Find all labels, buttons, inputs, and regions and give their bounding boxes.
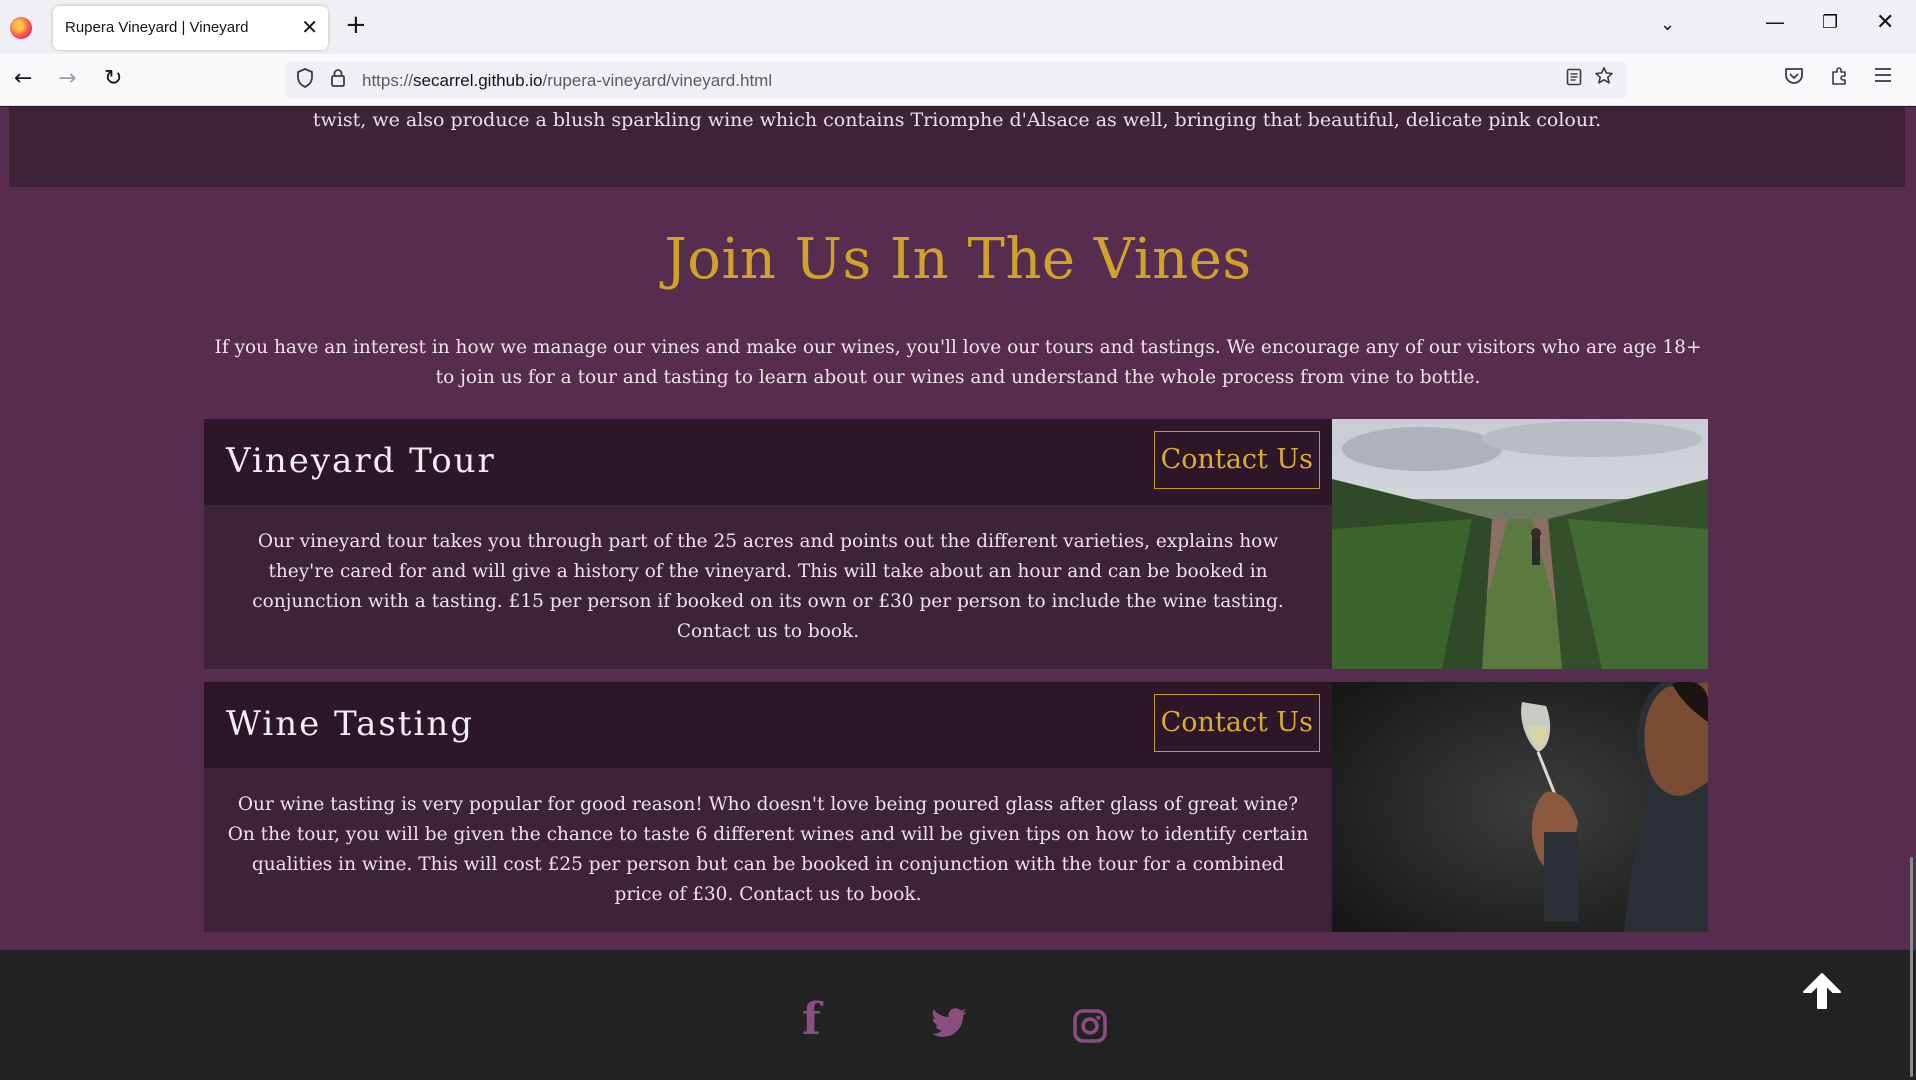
url-text[interactable]: https://secarrel.github.io/rupera-vineya… [362, 71, 772, 91]
browser-tab[interactable]: Rupera Vineyard | Vineyard ✕ [53, 6, 328, 50]
restore-window-icon[interactable]: ❐ [1822, 12, 1838, 33]
wine-description-band: twist, we also produce a blush sparkling… [9, 107, 1905, 187]
bookmark-star-icon[interactable] [1594, 66, 1614, 91]
card-text: Our vineyard tour takes you through part… [252, 531, 1284, 642]
url-host: secarrel.github.io [413, 71, 543, 90]
intro-text: If you have an interest in how we manage… [214, 337, 1702, 388]
close-window-icon[interactable]: ✕ [1876, 10, 1894, 35]
card-body: Vineyard Tour Contact Us Our vineyard to… [204, 419, 1332, 669]
contact-us-button[interactable]: Contact Us [1153, 431, 1320, 489]
wine-description-text: twist, we also produce a blush sparkling… [312, 109, 1602, 131]
arrow-up-icon[interactable] [1802, 972, 1842, 1014]
facebook-icon[interactable]: f [802, 994, 821, 1045]
card-title: Wine Tasting [226, 704, 475, 744]
vineyard-tour-card: Vineyard Tour Contact Us Our vineyard to… [204, 419, 1708, 669]
url-path: /rupera-vineyard/vineyard.html [542, 71, 773, 90]
pocket-icon[interactable] [1784, 66, 1804, 90]
page-content: twist, we also produce a blush sparkling… [0, 107, 1916, 1080]
minimize-icon[interactable]: — [1765, 10, 1785, 34]
reader-view-icon[interactable] [1566, 68, 1582, 91]
lock-icon[interactable] [330, 68, 346, 93]
card-body: Wine Tasting Contact Us Our wine tasting… [204, 682, 1332, 932]
card-header: Vineyard Tour Contact Us [204, 419, 1332, 505]
tab-title: Rupera Vineyard | Vineyard [65, 19, 249, 36]
card-text: Our wine tasting is very popular for goo… [227, 794, 1309, 905]
list-all-tabs-icon[interactable]: ⌄ [1660, 14, 1675, 35]
url-bar[interactable]: https://secarrel.github.io/rupera-vineya… [286, 61, 1626, 99]
firefox-logo-icon [10, 17, 32, 39]
instagram-icon[interactable] [1072, 1008, 1108, 1048]
scrollbar-thumb[interactable] [1910, 857, 1913, 1077]
url-scheme: https:// [362, 71, 414, 90]
tab-close-icon[interactable]: ✕ [301, 15, 318, 39]
menu-icon[interactable] [1874, 64, 1892, 89]
wine-tasting-photo [1332, 682, 1708, 932]
forward-icon[interactable]: → [58, 66, 76, 91]
twitter-icon[interactable] [930, 1008, 968, 1044]
contact-us-button[interactable]: Contact Us [1153, 694, 1320, 752]
extensions-icon[interactable] [1830, 66, 1850, 91]
browser-nav-bar: ← → ↻ https://secarrel.github.io/rupera-… [0, 54, 1916, 106]
footer: f [0, 950, 1916, 1080]
new-tab-button[interactable]: + [345, 12, 367, 38]
section-title: Join Us In The Vines [664, 227, 1252, 292]
vineyard-photo [1332, 419, 1708, 669]
reload-icon[interactable]: ↻ [104, 66, 122, 91]
wine-tasting-card: Wine Tasting Contact Us Our wine tasting… [204, 682, 1708, 932]
card-title: Vineyard Tour [226, 441, 496, 481]
card-header: Wine Tasting Contact Us [204, 682, 1332, 768]
back-icon[interactable]: ← [14, 66, 32, 91]
browser-tab-bar: Rupera Vineyard | Vineyard ✕ + ⌄ — ❐ ✕ [0, 0, 1916, 54]
shield-icon[interactable] [296, 68, 314, 93]
